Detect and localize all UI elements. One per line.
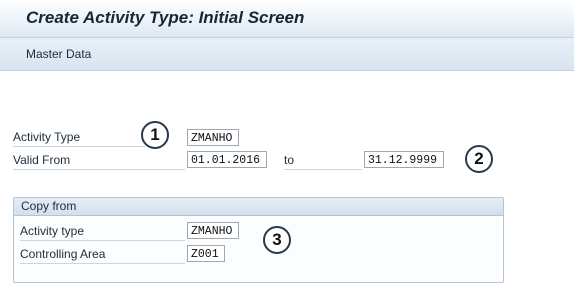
title-bar: Create Activity Type: Initial Screen (0, 0, 574, 38)
valid-to-field[interactable]: 31.12.9999 (364, 151, 444, 168)
callout-2-marker: 2 (465, 145, 493, 173)
copy-from-group: Copy from Activity type ZMANHO Controlli… (13, 197, 504, 283)
valid-from-label: Valid From (13, 152, 185, 170)
application-toolbar: Master Data (0, 38, 574, 71)
activity-type-label: Activity Type (13, 129, 145, 147)
controlling-area-field[interactable]: Z001 (187, 245, 225, 262)
activity-type-field[interactable]: ZMANHO (187, 129, 239, 146)
controlling-area-label: Controlling Area (20, 246, 185, 264)
copy-activity-type-label: Activity type (20, 223, 185, 241)
copy-activity-type-field[interactable]: ZMANHO (187, 222, 239, 239)
callout-3-marker: 3 (263, 226, 291, 254)
screen-title: Create Activity Type: Initial Screen (26, 8, 305, 27)
valid-from-field[interactable]: 01.01.2016 (187, 151, 267, 168)
callout-1-marker: 1 (141, 121, 169, 149)
to-label: to (284, 152, 362, 170)
copy-from-header: Copy from (14, 198, 503, 216)
copy-from-title: Copy from (21, 199, 77, 213)
master-data-button[interactable]: Master Data (26, 47, 91, 61)
